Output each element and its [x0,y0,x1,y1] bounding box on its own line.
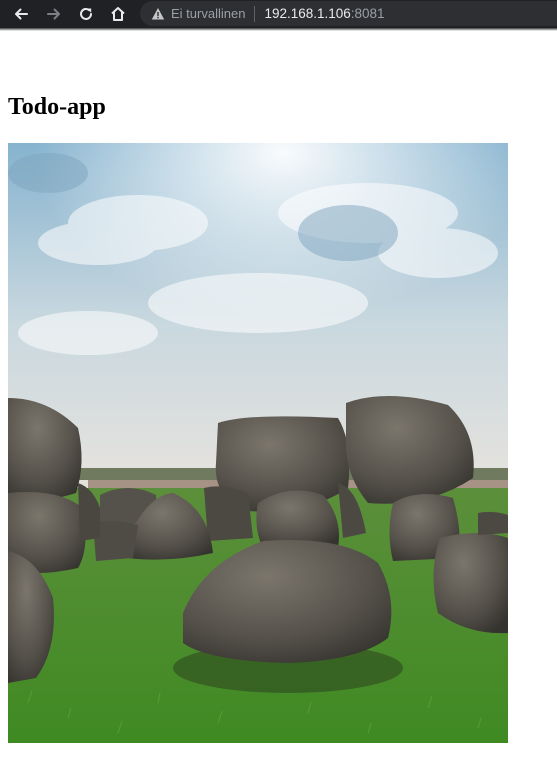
security-status-label[interactable]: Ei turvallinen [171,6,245,21]
back-button[interactable] [10,3,32,25]
hero-image [8,143,508,743]
toolbar-shadow [0,28,557,31]
address-separator [254,5,256,22]
forward-arrow-icon [47,8,60,20]
page-title: Todo-app [8,94,106,120]
url-port: :8081 [350,6,385,21]
home-icon [111,7,125,21]
forward-button[interactable] [43,3,65,25]
reload-icon [80,7,92,20]
dolmen-stones-illustration [8,143,508,743]
warning-icon[interactable] [151,7,165,21]
address-bar[interactable]: Ei turvallinen 192.168.1.106:8081 [140,1,557,26]
browser-toolbar: Ei turvallinen 192.168.1.106:8081 [0,0,557,28]
home-button[interactable] [107,3,129,25]
back-arrow-icon [15,8,28,20]
url-host: 192.168.1.106 [264,6,351,21]
reload-button[interactable] [75,3,97,25]
